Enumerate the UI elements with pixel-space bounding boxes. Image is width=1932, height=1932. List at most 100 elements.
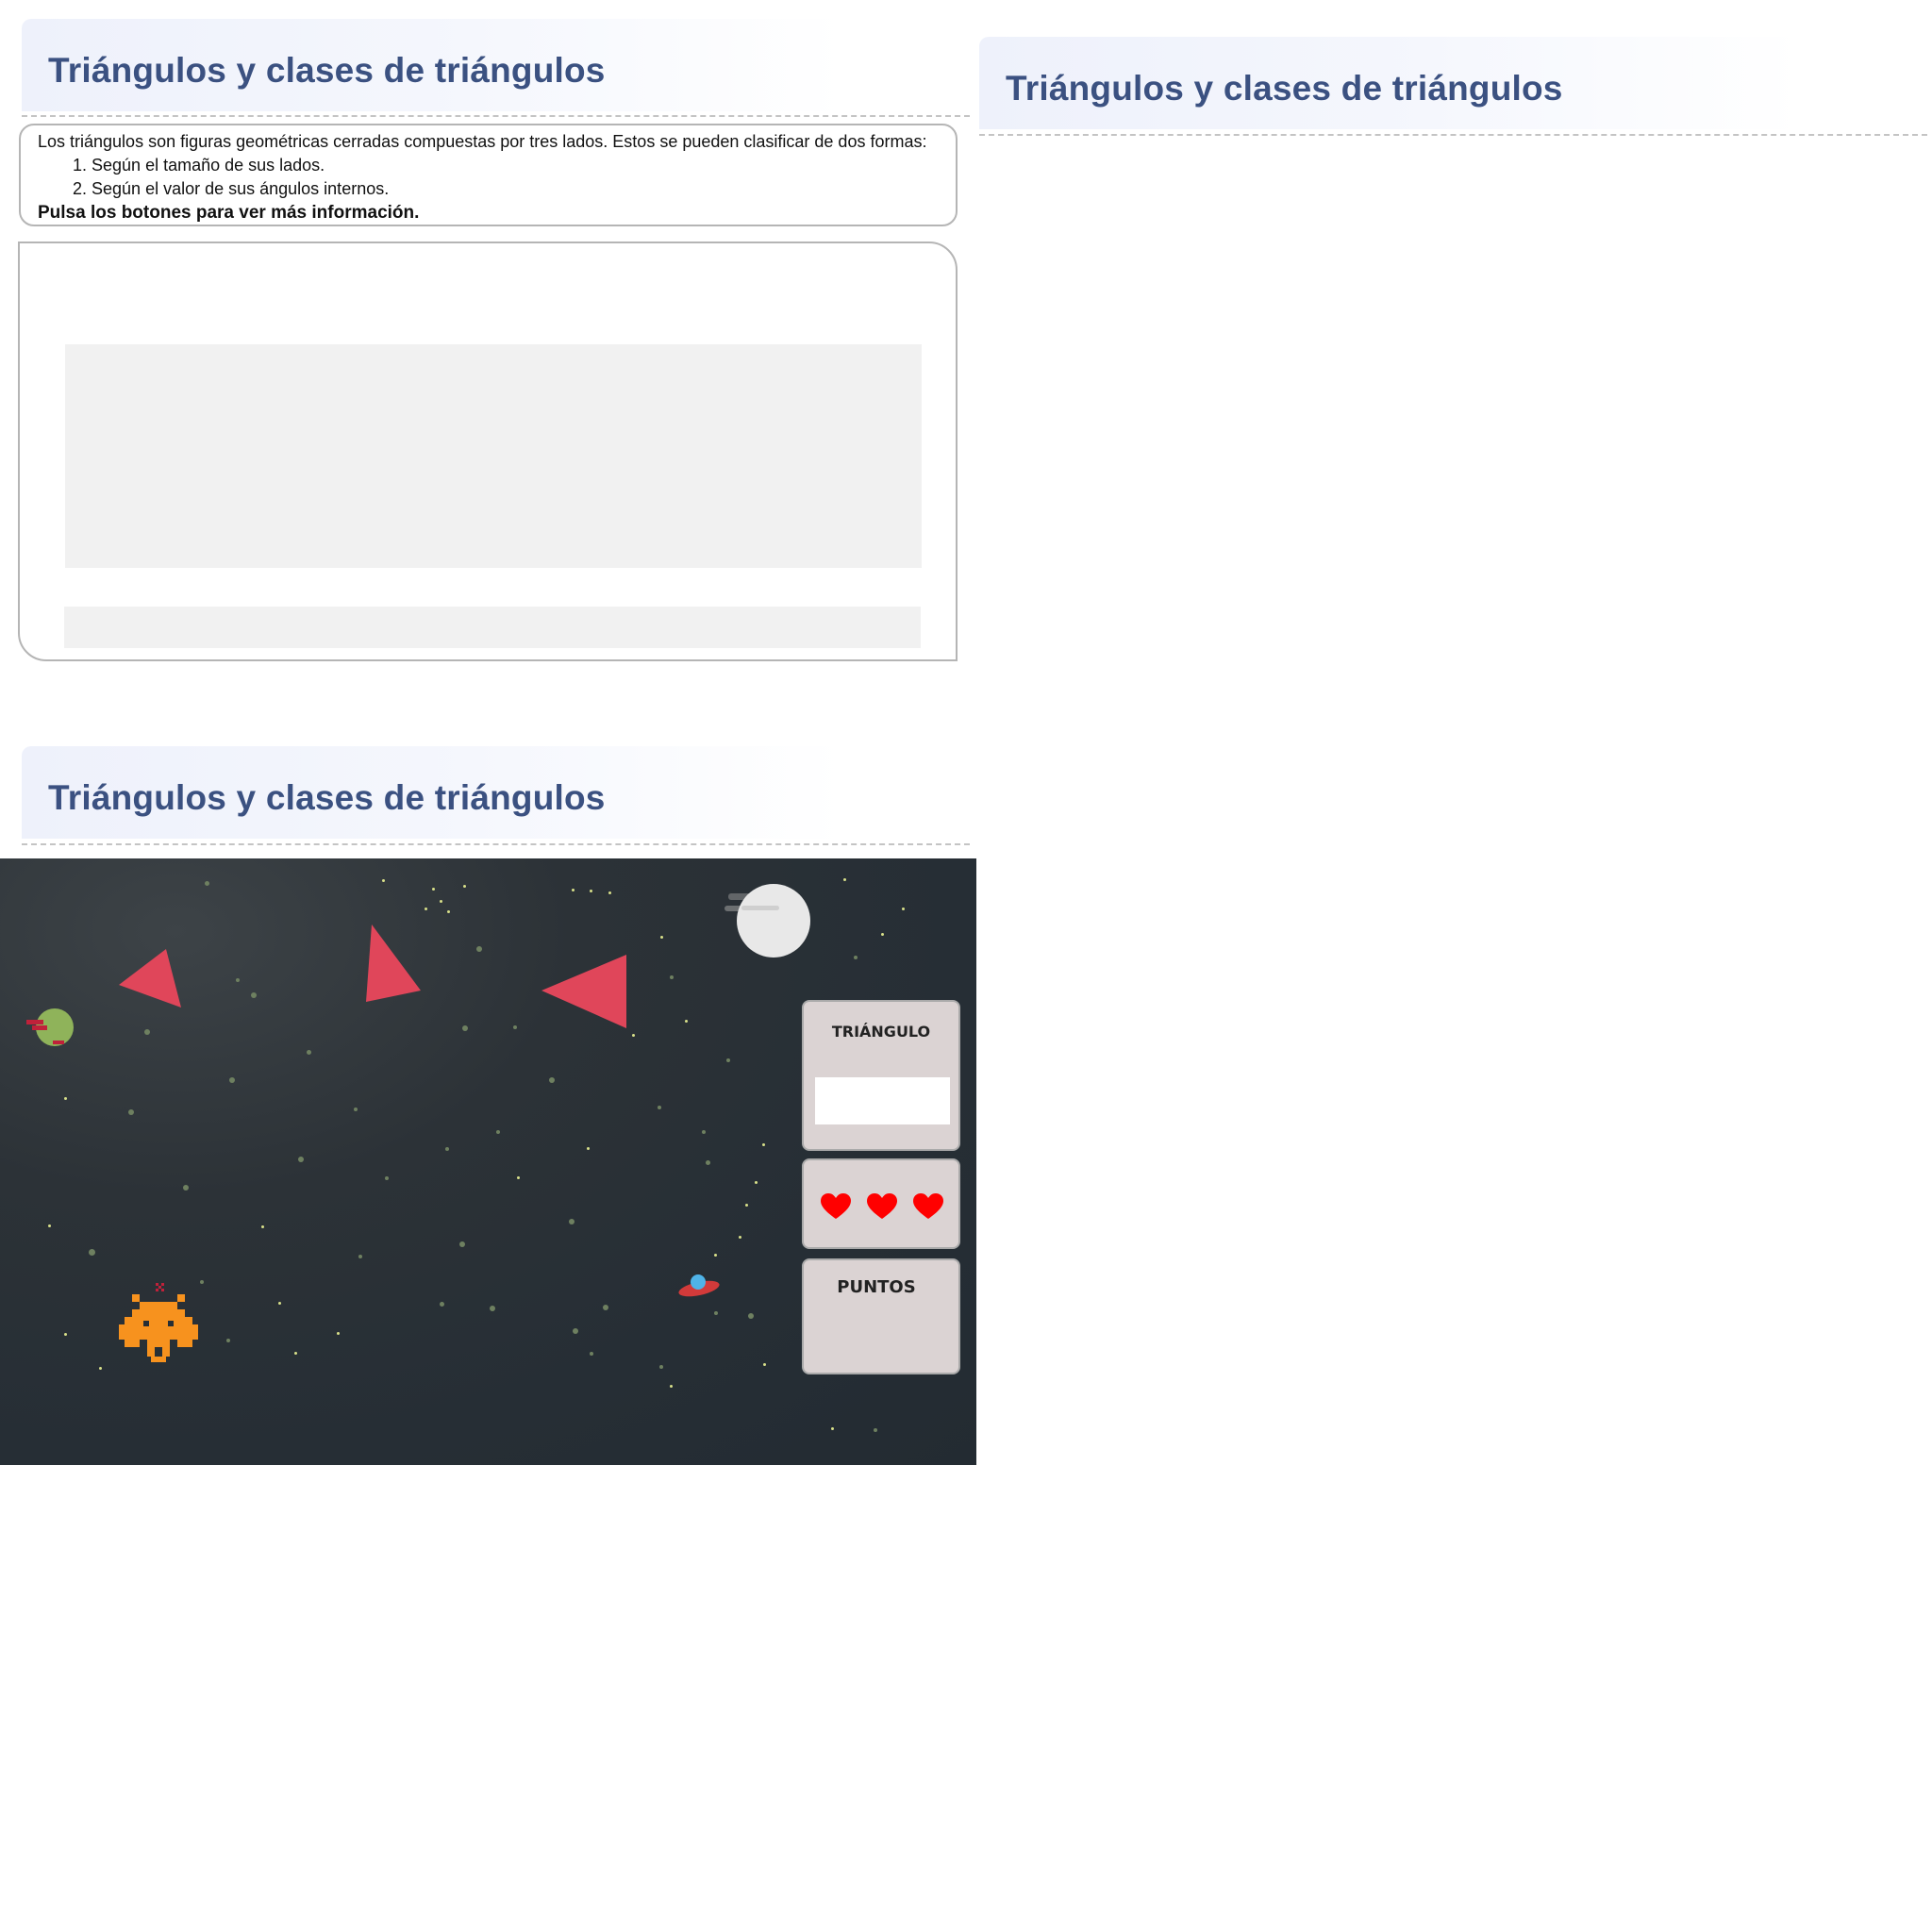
star-dot bbox=[447, 910, 450, 913]
star-dot bbox=[659, 1365, 663, 1369]
star-dot bbox=[702, 1130, 706, 1134]
star-dot bbox=[476, 946, 482, 952]
star-dot bbox=[382, 879, 385, 882]
info-content-panel bbox=[18, 242, 958, 661]
ufo-icon bbox=[678, 1274, 720, 1297]
intro-text-box: Los triángulos son figuras geométricas c… bbox=[19, 124, 958, 226]
star-dot bbox=[294, 1352, 297, 1355]
star-dot bbox=[670, 975, 674, 979]
star-dot bbox=[183, 1185, 189, 1191]
star-dot bbox=[445, 1147, 449, 1151]
star-dot bbox=[660, 936, 663, 939]
star-dot bbox=[496, 1130, 500, 1134]
title-divider bbox=[22, 843, 970, 845]
star-dot bbox=[755, 1181, 758, 1184]
triangle-type-field[interactable] bbox=[815, 1077, 950, 1124]
star-dot bbox=[236, 978, 240, 982]
star-dot bbox=[64, 1097, 67, 1100]
star-dot bbox=[843, 878, 846, 881]
triangle-type-panel: TRIÁNGULO bbox=[802, 1000, 960, 1151]
star-dot bbox=[569, 1219, 575, 1224]
star-dot bbox=[358, 1255, 362, 1258]
star-dot bbox=[714, 1254, 717, 1257]
star-dot bbox=[459, 1241, 465, 1247]
star-dot bbox=[902, 908, 905, 910]
star-dot bbox=[632, 1034, 635, 1037]
triangle-target-icon[interactable] bbox=[538, 943, 632, 1028]
star-dot bbox=[385, 1176, 389, 1180]
star-dot bbox=[432, 888, 435, 891]
instruction-text: Pulsa los botones para ver más informaci… bbox=[38, 203, 420, 223]
section-title-bar-3: Triángulos y clases de triángulos bbox=[22, 746, 842, 839]
star-dot bbox=[48, 1224, 51, 1227]
star-dot bbox=[261, 1225, 264, 1228]
star-dot bbox=[763, 1363, 766, 1366]
star-dot bbox=[354, 1108, 358, 1111]
star-dot bbox=[726, 1058, 730, 1062]
star-dot bbox=[714, 1311, 718, 1315]
list-item: 2. Según el valor de sus ángulos interno… bbox=[73, 179, 390, 198]
star-dot bbox=[64, 1333, 67, 1336]
page-title: Triángulos y clases de triángulos bbox=[48, 778, 606, 817]
intro-paragraph: Los triángulos son figuras geométricas c… bbox=[38, 132, 927, 151]
star-dot bbox=[549, 1077, 555, 1083]
star-dot bbox=[706, 1160, 710, 1165]
points-panel: PUNTOS bbox=[802, 1258, 960, 1374]
heart-icon bbox=[821, 1193, 851, 1219]
triangle-target-icon[interactable] bbox=[113, 943, 189, 1019]
section-title-bar-1: Triángulos y clases de triángulos bbox=[22, 19, 842, 111]
title-divider bbox=[22, 115, 970, 117]
triangle-game-canvas[interactable]: TRIÁNGULO PUNTOS bbox=[0, 858, 976, 1465]
buttons-placeholder bbox=[64, 607, 921, 648]
triangle-target-icon[interactable] bbox=[358, 915, 434, 1009]
star-dot bbox=[337, 1332, 340, 1335]
title-divider bbox=[979, 134, 1927, 136]
star-dot bbox=[670, 1385, 673, 1388]
star-dot bbox=[745, 1204, 748, 1207]
star-dot bbox=[874, 1428, 877, 1432]
star-dot bbox=[440, 1302, 444, 1307]
star-dot bbox=[144, 1029, 150, 1035]
star-dot bbox=[590, 1352, 593, 1356]
content-placeholder bbox=[65, 344, 922, 568]
list-item: 1. Según el tamaño de sus lados. bbox=[73, 156, 325, 175]
star-dot bbox=[517, 1176, 520, 1179]
star-dot bbox=[99, 1367, 102, 1370]
moon-icon bbox=[724, 884, 810, 958]
star-dot bbox=[572, 889, 575, 891]
star-dot bbox=[229, 1077, 235, 1083]
star-dot bbox=[685, 1020, 688, 1023]
star-dot bbox=[226, 1339, 230, 1342]
star-dot bbox=[513, 1025, 517, 1029]
heart-icon bbox=[867, 1193, 897, 1219]
star-dot bbox=[590, 890, 592, 892]
star-dot bbox=[307, 1050, 311, 1055]
star-dot bbox=[658, 1106, 661, 1109]
star-dot bbox=[854, 956, 858, 959]
page-title: Triángulos y clases de triángulos bbox=[48, 51, 606, 90]
star-dot bbox=[573, 1328, 578, 1334]
star-dot bbox=[278, 1302, 281, 1305]
star-dot bbox=[128, 1109, 134, 1115]
star-dot bbox=[603, 1305, 608, 1310]
star-dot bbox=[251, 992, 257, 998]
star-dot bbox=[425, 908, 427, 910]
heart-icon bbox=[913, 1193, 943, 1219]
star-dot bbox=[831, 1427, 834, 1430]
classification-list: 1. Según el tamaño de sus lados. 2. Segú… bbox=[38, 154, 956, 201]
star-dot bbox=[440, 900, 442, 903]
star-dot bbox=[587, 1147, 590, 1150]
star-dot bbox=[608, 891, 611, 894]
star-dot bbox=[298, 1157, 304, 1162]
star-dot bbox=[490, 1306, 495, 1311]
star-dot bbox=[89, 1249, 95, 1256]
star-dot bbox=[200, 1280, 204, 1284]
star-dot bbox=[739, 1236, 741, 1239]
section-title-bar-2: Triángulos y clases de triángulos bbox=[979, 37, 1800, 129]
star-dot bbox=[748, 1313, 754, 1319]
star-dot bbox=[462, 1025, 468, 1031]
triangle-type-label: TRIÁNGULO bbox=[831, 1023, 931, 1041]
space-invader-icon[interactable] bbox=[119, 1283, 198, 1370]
star-dot bbox=[762, 1143, 765, 1146]
star-dot bbox=[205, 881, 209, 886]
